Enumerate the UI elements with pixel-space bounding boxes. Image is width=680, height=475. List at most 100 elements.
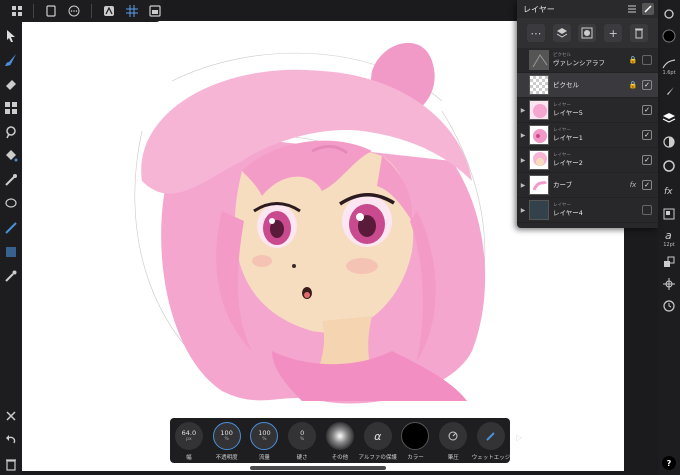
adjustments-panel-icon[interactable] — [661, 134, 677, 150]
gradient-tool-icon[interactable] — [3, 244, 19, 260]
move-tool-icon[interactable] — [3, 28, 19, 44]
visibility-checkbox[interactable] — [642, 205, 652, 215]
visibility-checkbox[interactable]: ✓ — [642, 80, 652, 90]
color-label: カラー — [407, 455, 424, 461]
width-label: 幅 — [186, 455, 192, 461]
delete-layer-button[interactable] — [630, 24, 649, 42]
color-swatch-icon[interactable] — [661, 28, 677, 44]
document-icon[interactable] — [44, 4, 57, 18]
hardness-unit: % — [300, 437, 305, 442]
expand-arrow-icon[interactable]: ▶ — [517, 132, 529, 139]
affinity-app: 1.6pt fx a 12pt レイヤー ⋯ + ピクセル ヴァレンシアラフ 🔒… — [0, 0, 680, 475]
brushes-panel-icon[interactable] — [661, 84, 677, 100]
alpha-protect-control[interactable]: α アルファの保護 — [358, 422, 397, 461]
layer-row[interactable]: ピクセル 🔒 ✓ — [517, 73, 658, 98]
visibility-checkbox[interactable]: ✓ — [642, 155, 652, 165]
layer-row[interactable]: ▶ レイヤー レイヤー2 ✓ — [517, 148, 658, 173]
export-persona-icon[interactable] — [149, 4, 162, 18]
home-indicator[interactable] — [250, 466, 386, 470]
width-control[interactable]: 64.0 px 幅 — [172, 422, 206, 461]
visibility-checkbox[interactable] — [642, 55, 652, 65]
fx-icon[interactable]: fx — [628, 181, 638, 189]
text-style-icon[interactable]: a — [661, 226, 677, 242]
menu-grid-icon[interactable] — [10, 4, 23, 18]
flow-dial[interactable]: 100 % — [250, 422, 279, 450]
pixel-persona-icon[interactable] — [102, 4, 115, 18]
pixel-tool-icon[interactable] — [3, 100, 19, 116]
layer-row[interactable]: ピクセル ヴァレンシアラフ 🔒 — [517, 48, 658, 73]
pressure-control[interactable]: 筆圧 — [436, 422, 470, 461]
layers-header-icons — [626, 3, 654, 15]
layer-name: レイヤー4 — [553, 208, 583, 217]
visibility-checkbox[interactable]: ✓ — [642, 180, 652, 190]
expand-arrow-icon[interactable]: ▶ — [517, 107, 529, 114]
color-wheel-icon[interactable] — [661, 158, 677, 174]
layer-row[interactable]: ▶ レイヤー レイヤー5 ✓ — [517, 98, 658, 123]
color-picker-tool-icon[interactable] — [3, 268, 19, 284]
help-button[interactable]: ? — [662, 456, 676, 470]
layer-thumbnail — [529, 100, 549, 120]
snapping-icon[interactable] — [661, 276, 677, 292]
expand-arrow-icon[interactable]: ▶ — [517, 157, 529, 164]
layer-options-button[interactable]: ⋯ — [526, 24, 545, 42]
lock-icon[interactable]: 🔒 — [628, 81, 638, 89]
svg-text:a: a — [665, 229, 672, 241]
layer-row[interactable]: ▶ レイヤー レイヤー1 ✓ — [517, 123, 658, 148]
fill-tool-icon[interactable] — [3, 148, 19, 164]
expand-arrow-icon[interactable]: ▶ — [517, 207, 529, 214]
marquee-tool-icon[interactable] — [3, 220, 19, 236]
opacity-control[interactable]: 100 % 不透明度 — [210, 422, 244, 461]
visibility-checkbox[interactable]: ✓ — [642, 105, 652, 115]
pin-panel-icon[interactable] — [642, 3, 654, 15]
brush-preview-icon[interactable] — [325, 422, 354, 450]
undo-icon[interactable] — [3, 432, 19, 448]
color-swatch[interactable] — [401, 422, 430, 450]
more-options-icon[interactable] — [68, 4, 81, 18]
layer-labels: レイヤー レイヤー5 — [553, 103, 642, 118]
pressure-label: 筆圧 — [447, 455, 459, 461]
transform-icon[interactable] — [661, 254, 677, 270]
expand-toolbar-icon[interactable]: ▷ — [516, 433, 526, 443]
layers-panel-icon[interactable] — [661, 110, 677, 126]
layer-row[interactable]: ▶ レイヤー レイヤー4 — [517, 198, 658, 223]
width-dial[interactable]: 64.0 px — [174, 422, 203, 450]
list-view-icon[interactable] — [626, 3, 638, 15]
opacity-unit: % — [224, 437, 229, 442]
close-icon[interactable] — [3, 408, 19, 424]
wet-edge-control[interactable]: ウェットエッジ — [472, 422, 510, 461]
navigator-icon[interactable] — [661, 206, 677, 222]
lasso-tool-icon[interactable] — [3, 196, 19, 212]
hardness-control[interactable]: 0 % 硬さ — [285, 422, 319, 461]
selection-brush-tool-icon[interactable] — [3, 172, 19, 188]
smudge-tool-icon[interactable] — [3, 124, 19, 140]
pressure-icon[interactable] — [439, 422, 468, 450]
eraser-tool-icon[interactable] — [3, 76, 19, 92]
paint-brush-tool-icon[interactable] — [3, 52, 19, 68]
hardness-dial[interactable]: 0 % — [288, 422, 317, 450]
expand-arrow-icon[interactable]: ▶ — [517, 182, 529, 189]
alpha-protect-icon[interactable]: α — [363, 422, 392, 450]
layer-name: カーブ — [553, 180, 573, 189]
trash-icon[interactable] — [3, 456, 19, 472]
sync-icon[interactable] — [661, 6, 677, 22]
add-layer-button[interactable]: + — [604, 24, 623, 42]
layer-row[interactable]: ▶ カーブ fx ✓ — [517, 173, 658, 198]
flow-label: 流量 — [258, 455, 270, 461]
layer-labels: レイヤー レイヤー4 — [553, 203, 642, 218]
lock-icon[interactable]: 🔒 — [628, 56, 638, 64]
flow-control[interactable]: 100 % 流量 — [247, 422, 281, 461]
history-icon[interactable] — [661, 298, 677, 314]
opacity-value: 100 — [220, 429, 233, 437]
grid-snap-icon[interactable] — [125, 4, 138, 18]
visibility-checkbox[interactable]: ✓ — [642, 130, 652, 140]
color-control[interactable]: カラー — [398, 422, 432, 461]
layer-name: レイヤー5 — [553, 108, 583, 117]
add-group-button[interactable] — [552, 24, 571, 42]
effects-panel-icon[interactable]: fx — [661, 182, 677, 198]
brush-other-control[interactable]: その他 — [323, 422, 357, 461]
wet-edge-icon[interactable] — [477, 422, 505, 450]
layer-labels: ピクセル ヴァレンシアラフ — [553, 53, 628, 68]
add-mask-button[interactable] — [578, 24, 597, 42]
opacity-label: 不透明度 — [215, 455, 238, 461]
opacity-dial[interactable]: 100 % — [212, 422, 241, 450]
